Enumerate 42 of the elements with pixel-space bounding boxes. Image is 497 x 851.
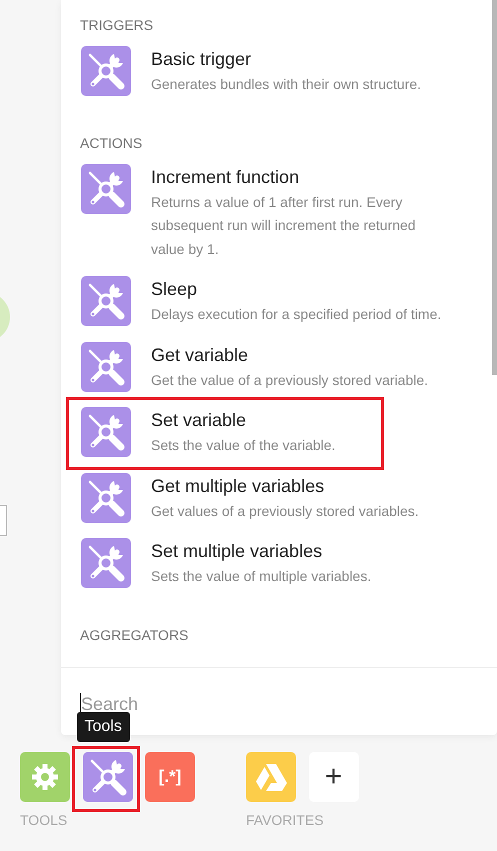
- triangle-icon: [255, 763, 287, 791]
- scrollbar-thumb[interactable]: [492, 0, 497, 375]
- section-heading: AGGREGATORS: [79, 626, 190, 644]
- tools-icon: [81, 342, 131, 392]
- module-description: Returns a value of 1 after first run. Every subsequent run will increment the returned value by 1.: [151, 192, 417, 259]
- module-description: Get values of a previously stored variables.: [151, 502, 419, 521]
- module-title: Sleep: [151, 278, 198, 301]
- module-item[interactable]: Set variable Sets the value of the variable.: [61, 407, 492, 458]
- section-heading: TRIGGERS: [79, 16, 154, 34]
- module-button[interactable]: +: [308, 752, 358, 802]
- gear-button[interactable]: [20, 752, 70, 802]
- tools-icon: [81, 46, 131, 96]
- tools-icon: [81, 472, 131, 522]
- module-item[interactable]: Basic trigger Generates bundles with their own structure.: [61, 46, 492, 96]
- tools-button[interactable]: [82, 752, 132, 802]
- module-title: Set multiple variables: [151, 540, 324, 563]
- module-item[interactable]: Get multiple variables Get values of a previously stored variables.: [61, 472, 492, 523]
- section-heading: ACTIONS: [79, 134, 144, 152]
- module-description: Generates bundles with their own structure.: [151, 75, 422, 94]
- module-description: Sets the value of multiple variables.: [151, 567, 372, 586]
- tooltip: Tools: [76, 712, 130, 742]
- module-title: Basic trigger: [151, 48, 252, 71]
- drive-button[interactable]: [246, 752, 296, 802]
- group-label: TOOLS: [20, 811, 68, 829]
- module-description: Delays execution for a specified period of time.: [151, 305, 442, 324]
- module-item[interactable]: Get variable Get the value of a previously stored variable.: [61, 342, 492, 392]
- module-item[interactable]: Set multiple variables Sets the value of multiple variables.: [61, 538, 492, 588]
- tools-icon: [81, 276, 131, 326]
- module-title: Get multiple variables: [151, 474, 326, 498]
- module-title: Increment function: [151, 166, 300, 188]
- module-item[interactable]: Increment function Returns a value of 1 after first run. Every subsequent run will increment the returned value by 1.: [61, 164, 492, 261]
- tools-icon: [81, 407, 131, 457]
- tools-icon: [81, 164, 131, 214]
- tools-icon: [82, 752, 132, 802]
- tools-icon: [81, 538, 131, 588]
- module-title: Set variable: [151, 409, 248, 432]
- module-title: Get variable: [151, 344, 250, 366]
- gear-icon: [31, 763, 59, 791]
- group-label: FAVORITES: [246, 811, 325, 829]
- module-description: Get the value of a previously stored variable.: [151, 370, 428, 390]
- module-description: Sets the value of the variable.: [151, 436, 336, 455]
- module-item[interactable]: Sleep Delays execution for a specified period of time.: [61, 276, 492, 326]
